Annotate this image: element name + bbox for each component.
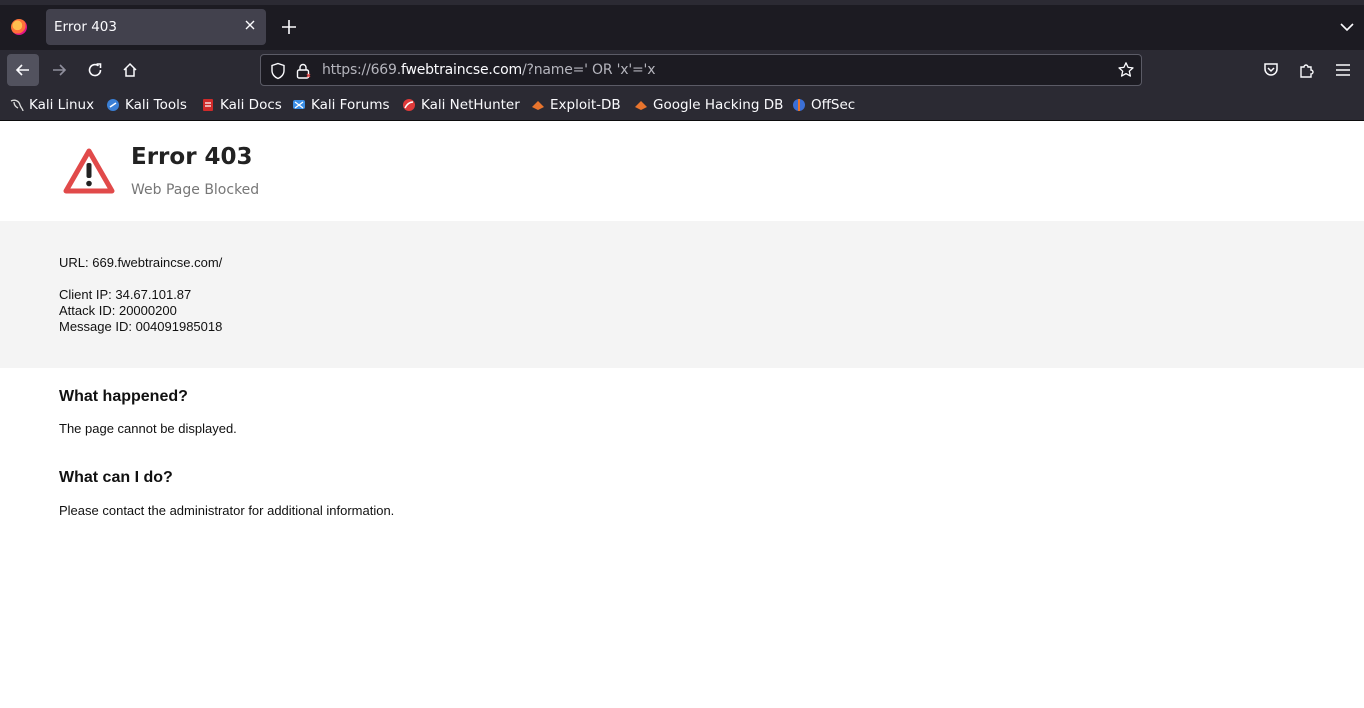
bookmark-label: Exploit-DB	[550, 97, 621, 113]
address-bar[interactable]: https://669.fwebtraincse.com/?name=' OR …	[260, 54, 1142, 86]
url-host-prefix: 669.	[370, 62, 402, 78]
reload-icon	[88, 63, 102, 77]
attack-id: Attack ID: 20000200	[59, 303, 177, 318]
tab-strip: Error 403	[0, 0, 1364, 50]
bookmark-google-hacking-db[interactable]: Google Hacking DB	[634, 96, 783, 114]
arrow-right-icon	[53, 64, 67, 76]
bookmark-label: Kali NetHunter	[421, 97, 520, 113]
bookmarks-toolbar: Kali Linux Kali Tools Kali Docs Kali For…	[0, 90, 1364, 121]
titlebar-edge	[0, 0, 1364, 5]
client-ip: Client IP: 34.67.101.87	[59, 287, 192, 302]
kali-forums-icon	[292, 98, 306, 112]
offsec-icon	[792, 98, 806, 112]
bookmark-exploit-db[interactable]: Exploit-DB	[531, 96, 621, 114]
blocked-url: URL: 669.fwebtraincse.com/	[59, 255, 223, 270]
kali-docs-icon	[201, 98, 215, 112]
url-scheme: https://	[322, 62, 371, 78]
bookmark-kali-docs[interactable]: Kali Docs	[201, 96, 282, 114]
tracking-shield-icon[interactable]	[270, 62, 286, 80]
bookmark-kali-tools[interactable]: Kali Tools	[106, 96, 187, 114]
bookmark-label: Kali Linux	[29, 97, 95, 113]
error-header: Error 403 Web Page Blocked	[0, 121, 1364, 221]
message-id: Message ID: 004091985018	[59, 319, 223, 334]
kali-dragon-icon	[10, 98, 24, 112]
bookmark-label: OffSec	[811, 97, 856, 113]
close-icon[interactable]	[242, 17, 258, 33]
bookmark-label: Kali Forums	[311, 97, 390, 113]
what-can-i-do-text: Please contact the administrator for add…	[59, 503, 395, 518]
page-title: Error 403	[131, 144, 253, 170]
bookmark-kali-nethunter[interactable]: Kali NetHunter	[402, 96, 520, 114]
navigation-toolbar: https://669.fwebtraincse.com/?name=' OR …	[0, 50, 1364, 90]
kali-tools-icon	[106, 98, 120, 112]
bookmark-offsec[interactable]: OffSec	[792, 96, 855, 114]
ghdb-icon	[634, 98, 648, 112]
puzzle-icon[interactable]	[1298, 61, 1316, 79]
chevron-down-icon[interactable]	[1338, 18, 1356, 36]
warning-triangle-icon	[63, 148, 115, 194]
reload-button[interactable]	[79, 54, 111, 86]
url-path: /?name=' OR 'x'='x	[521, 62, 656, 78]
tab-active[interactable]: Error 403	[46, 9, 266, 45]
url-host: fwebtraincse.com	[400, 62, 522, 78]
page-subtitle: Web Page Blocked	[131, 182, 260, 198]
arrow-left-icon	[15, 64, 29, 76]
page-content: Error 403 Web Page Blocked URL: 669.fweb…	[0, 121, 1364, 708]
home-icon	[123, 62, 137, 77]
what-can-i-do-heading: What can I do?	[59, 469, 173, 486]
forward-button[interactable]	[43, 54, 75, 86]
lock-icon[interactable]	[295, 62, 311, 80]
bookmark-label: Kali Docs	[220, 97, 282, 113]
bookmark-label: Google Hacking DB	[653, 97, 784, 113]
back-button[interactable]	[7, 54, 39, 86]
request-info-panel: URL: 669.fwebtraincse.com/ Client IP: 34…	[0, 221, 1364, 368]
pocket-icon[interactable]	[1262, 61, 1280, 79]
new-tab-plus-icon[interactable]	[279, 17, 299, 37]
bookmark-kali-forums[interactable]: Kali Forums	[292, 96, 390, 114]
home-button[interactable]	[114, 54, 146, 86]
url-text[interactable]: https://669.fwebtraincse.com/?name=' OR …	[322, 62, 655, 78]
hamburger-menu-icon[interactable]	[1334, 61, 1352, 79]
what-happened-heading: What happened?	[59, 388, 188, 405]
nethunter-icon	[402, 98, 416, 112]
star-icon[interactable]	[1117, 61, 1135, 79]
bookmark-label: Kali Tools	[125, 97, 187, 113]
exploit-db-icon	[531, 98, 545, 112]
firefox-logo-icon[interactable]	[11, 19, 27, 35]
what-happened-text: The page cannot be displayed.	[59, 421, 237, 436]
bookmark-kali-linux[interactable]: Kali Linux	[10, 96, 94, 114]
tab-title: Error 403	[54, 19, 117, 35]
